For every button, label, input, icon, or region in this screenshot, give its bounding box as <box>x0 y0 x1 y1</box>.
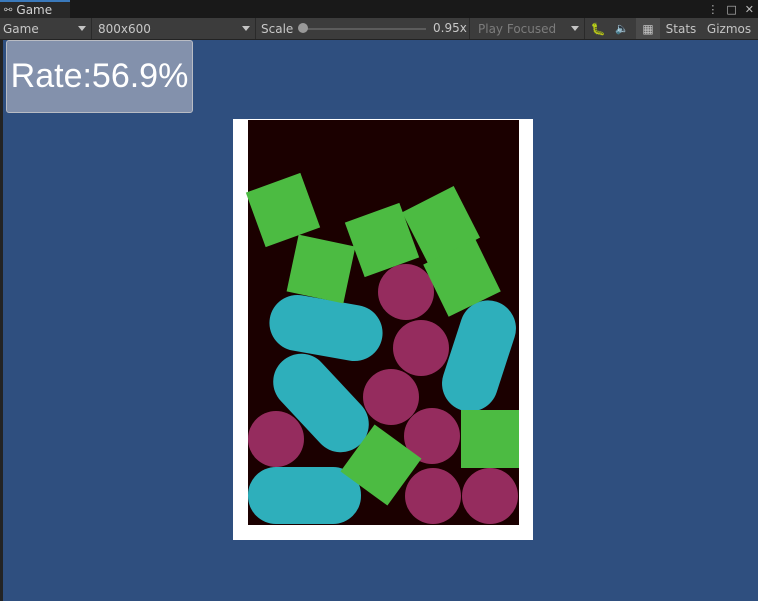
circle-piece <box>363 369 419 425</box>
circle-piece <box>378 264 434 320</box>
circle-piece <box>462 468 518 524</box>
rate-panel: Rate:56.9% <box>6 40 193 113</box>
square-piece <box>461 410 519 468</box>
rate-text: Rate:56.9% <box>10 57 189 95</box>
circle-piece <box>405 468 461 524</box>
capsule-piece <box>248 467 361 524</box>
circle-piece <box>393 320 449 376</box>
square-piece <box>286 234 356 304</box>
circle-piece <box>248 411 304 467</box>
